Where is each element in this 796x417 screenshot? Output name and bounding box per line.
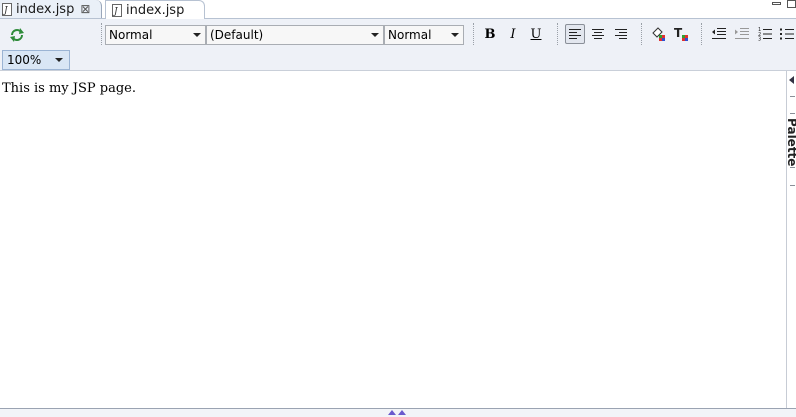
italic-button[interactable]: I bbox=[503, 24, 523, 44]
align-left-icon bbox=[569, 29, 581, 39]
outdent-icon bbox=[712, 28, 726, 39]
background-color-button[interactable] bbox=[648, 24, 668, 44]
align-center-button[interactable] bbox=[588, 24, 608, 44]
align-center-icon bbox=[592, 29, 604, 39]
align-right-icon bbox=[615, 29, 627, 39]
tab-label: index.jsp bbox=[16, 1, 75, 17]
page-body-text[interactable]: This is my JSP page. bbox=[2, 81, 136, 96]
maximize-icon[interactable] bbox=[787, 0, 796, 8]
indent-button[interactable] bbox=[732, 24, 752, 44]
divider bbox=[790, 185, 795, 186]
align-right-button[interactable] bbox=[611, 24, 631, 44]
toolbar-separator bbox=[557, 23, 558, 45]
toolbar-separator bbox=[641, 23, 642, 45]
wysiwyg-toolbar: Normal (Default) Normal B I U T 1 2 3 10… bbox=[0, 19, 796, 71]
outdent-button[interactable] bbox=[709, 24, 729, 44]
editor-tab-strip: J index.jsp ⊠ J index.jsp bbox=[0, 0, 796, 19]
tab-label: index.jsp bbox=[126, 2, 185, 18]
window-controls bbox=[772, 0, 796, 10]
chevron-down-icon bbox=[371, 33, 379, 37]
chevron-down-icon bbox=[193, 33, 201, 37]
text-color-button[interactable]: T bbox=[671, 24, 691, 44]
splitter-toggle-icon[interactable] bbox=[388, 410, 406, 415]
font-family-select[interactable]: (Default) bbox=[206, 25, 384, 45]
indent-icon bbox=[735, 28, 749, 39]
tab-index-jsp-source[interactable]: J index.jsp bbox=[105, 0, 205, 19]
bold-button[interactable]: B bbox=[480, 24, 500, 44]
toolbar-separator bbox=[701, 23, 702, 45]
zoom-select[interactable]: 100% bbox=[2, 50, 70, 70]
minimize-icon[interactable] bbox=[772, 2, 781, 5]
refresh-icon[interactable] bbox=[8, 27, 26, 43]
font-size-select[interactable]: Normal bbox=[384, 25, 464, 45]
chevron-down-icon bbox=[55, 58, 63, 62]
numbered-list-button[interactable]: 123 bbox=[755, 24, 775, 44]
text-color-icon: T bbox=[674, 26, 688, 41]
divider bbox=[790, 167, 795, 168]
design-canvas[interactable]: This is my JSP page. bbox=[0, 71, 786, 408]
numbered-list-icon: 123 bbox=[758, 27, 772, 42]
toolbar-separator bbox=[473, 23, 474, 45]
jsp-file-icon: J bbox=[112, 3, 122, 17]
underline-button[interactable]: U bbox=[526, 24, 546, 44]
bullet-list-button[interactable] bbox=[778, 24, 796, 44]
svg-text:3: 3 bbox=[758, 37, 761, 42]
toolbar-separator bbox=[101, 23, 102, 45]
divider bbox=[790, 96, 795, 97]
palette-sidebar[interactable]: Palette bbox=[785, 71, 796, 408]
divider bbox=[790, 113, 795, 114]
close-tab-icon[interactable]: ⊠ bbox=[80, 2, 90, 16]
paint-bucket-icon bbox=[652, 27, 665, 41]
bullet-list-icon bbox=[780, 28, 794, 40]
expand-palette-icon[interactable] bbox=[789, 76, 794, 84]
chevron-down-icon bbox=[451, 33, 459, 37]
svg-text:T: T bbox=[674, 26, 683, 40]
jsp-file-icon: J bbox=[2, 2, 12, 16]
palette-label: Palette bbox=[785, 118, 796, 167]
paragraph-format-select[interactable]: Normal bbox=[105, 25, 206, 45]
align-left-button[interactable] bbox=[565, 24, 585, 44]
tab-index-jsp-design[interactable]: J index.jsp ⊠ bbox=[0, 0, 102, 18]
